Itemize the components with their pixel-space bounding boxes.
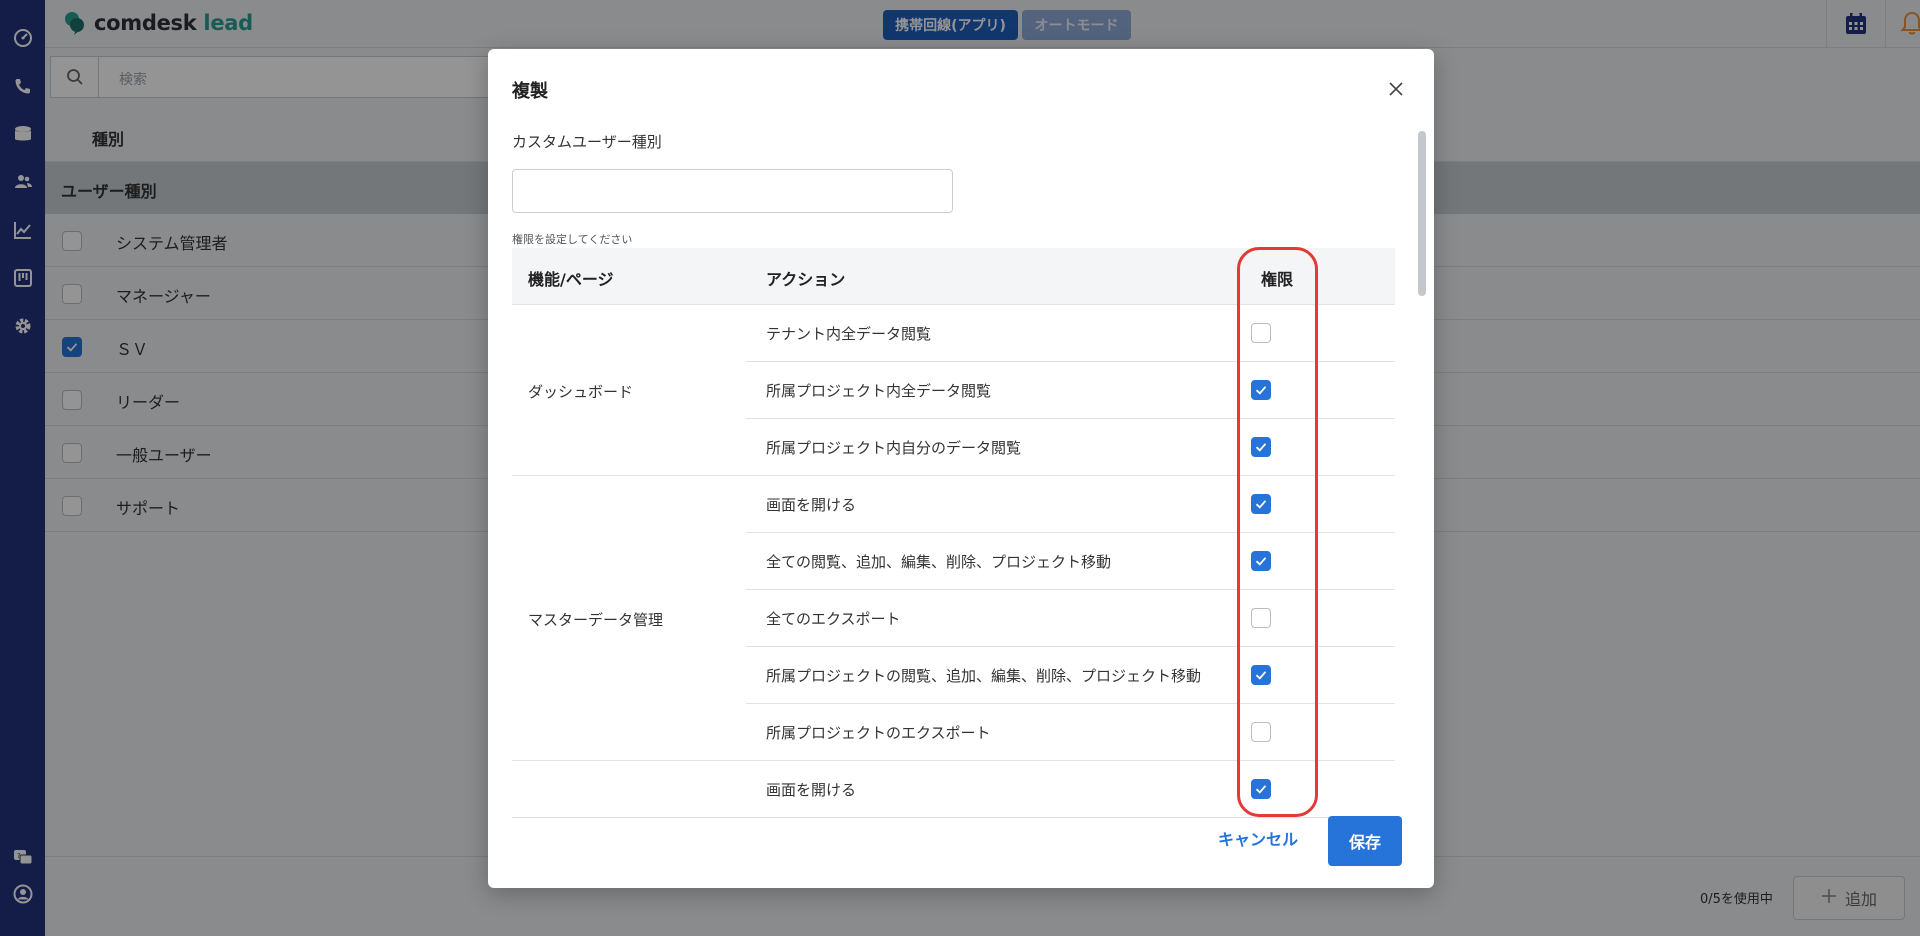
close-icon[interactable] xyxy=(1384,77,1408,101)
action-label: 全ての閲覧、追加、編集、削除、プロジェクト移動 xyxy=(766,553,1112,571)
action-label: 全てのエクスポート xyxy=(766,610,901,628)
table-row: テナント内全データ閲覧 xyxy=(746,305,1395,362)
action-label: テナント内全データ閲覧 xyxy=(766,325,932,343)
table-row: 所属プロジェクトのエクスポート xyxy=(746,704,1395,761)
permission-checkbox[interactable] xyxy=(1251,722,1271,742)
feature-group: マスターデータ管理 xyxy=(512,476,746,761)
feature-group: ダッシュボード xyxy=(512,305,746,476)
action-label: 所属プロジェクト内全データ閲覧 xyxy=(766,382,992,400)
table-row: 全ての閲覧、追加、編集、削除、プロジェクト移動 xyxy=(746,533,1395,590)
permission-checkbox[interactable] xyxy=(1251,437,1271,457)
permission-checkbox[interactable] xyxy=(1251,323,1271,343)
duplicate-dialog: 複製 カスタムユーザー種別 権限を設定してください 機能/ページ アクション 権… xyxy=(488,49,1434,888)
dialog-scrollbar[interactable] xyxy=(1418,129,1426,809)
permission-checkbox[interactable] xyxy=(1251,380,1271,400)
action-label: 所属プロジェクトのエクスポート xyxy=(766,724,991,742)
column-header-feature: 機能/ページ xyxy=(528,270,614,289)
table-row: 所属プロジェクト内全データ閲覧 xyxy=(746,362,1395,419)
column-header-permission: 権限 xyxy=(1261,270,1294,289)
action-label: 画面を開ける xyxy=(766,781,857,799)
table-row: 所属プロジェクト内自分のデータ閲覧 xyxy=(746,419,1395,476)
permission-checkbox[interactable] xyxy=(1251,551,1271,571)
table-row: 画面を開ける xyxy=(746,761,1395,818)
save-button[interactable]: 保存 xyxy=(1328,816,1402,866)
permission-hint: 権限を設定してください xyxy=(512,233,633,246)
permission-table: 機能/ページ アクション 権限 ダッシュボード テナント内全データ閲覧所属プロジェ… xyxy=(512,248,1395,856)
permission-checkbox[interactable] xyxy=(1251,494,1271,514)
custom-user-type-input[interactable] xyxy=(512,169,953,213)
scrollbar-thumb[interactable] xyxy=(1418,131,1426,296)
feature-group xyxy=(512,761,746,818)
feature-name: ダッシュボード xyxy=(528,382,634,401)
permission-checkbox[interactable] xyxy=(1251,665,1271,685)
table-row: 所属プロジェクトの閲覧、追加、編集、削除、プロジェクト移動 xyxy=(746,647,1395,704)
permission-checkbox[interactable] xyxy=(1251,779,1271,799)
table-row: 全てのエクスポート xyxy=(746,590,1395,647)
action-label: 所属プロジェクトの閲覧、追加、編集、削除、プロジェクト移動 xyxy=(766,667,1202,685)
feature-name: マスターデータ管理 xyxy=(528,610,664,629)
permission-checkbox[interactable] xyxy=(1251,608,1271,628)
action-label: 画面を開ける xyxy=(766,496,857,514)
column-header-action: アクション xyxy=(766,270,846,289)
action-label: 所属プロジェクト内自分のデータ閲覧 xyxy=(766,439,1022,457)
cancel-button[interactable]: キャンセル xyxy=(1208,816,1308,860)
dialog-title: 複製 xyxy=(512,81,548,102)
table-header: 機能/ページ アクション 権限 xyxy=(512,248,1395,305)
custom-user-type-label: カスタムユーザー種別 xyxy=(512,133,662,151)
table-row: 画面を開ける xyxy=(746,476,1395,533)
